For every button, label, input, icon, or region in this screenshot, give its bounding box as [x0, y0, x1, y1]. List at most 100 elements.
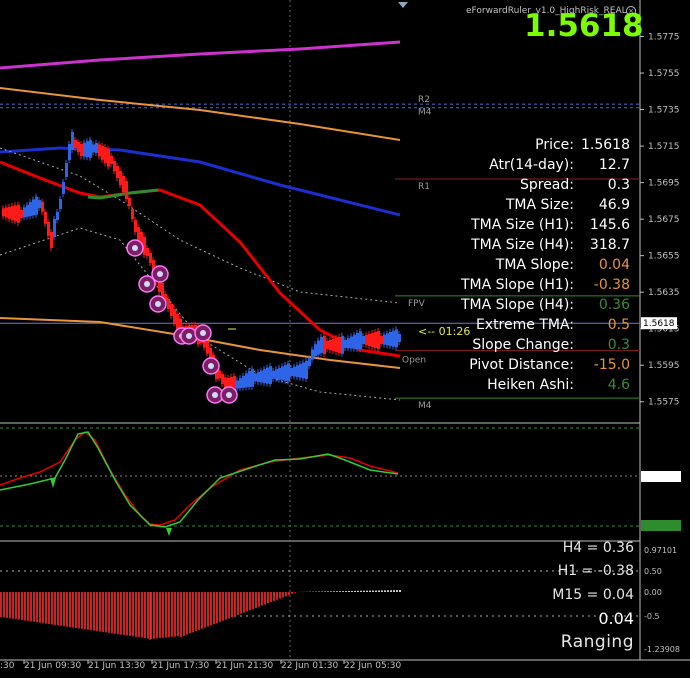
hist-bar: [270, 592, 272, 603]
info-row: Price: 1.5618: [400, 137, 630, 157]
signal-dot: [226, 392, 232, 398]
candle-body: [32, 199, 35, 216]
candle-body: [128, 198, 131, 206]
candle-body: [275, 369, 278, 380]
hist-bar: [36, 592, 38, 623]
time-tick-label: 21 Jun 09:30: [24, 661, 81, 671]
hist-bar: [279, 592, 281, 599]
time-tick-label: 21 Jun 13:30: [88, 661, 145, 671]
hist-bar: [138, 592, 140, 638]
candle-body: [53, 219, 56, 237]
osc-level-box: [641, 520, 681, 531]
candle-body: [44, 211, 47, 224]
upper-orange-band: [0, 87, 401, 141]
hist-bar: [42, 592, 44, 624]
info-label: TMA Slope (H4):: [460, 297, 574, 313]
candle-body: [251, 368, 254, 387]
info-row: TMA Size (H1): 145.6: [400, 217, 630, 237]
hist-bar: [102, 592, 104, 632]
hist-bar: [192, 592, 194, 633]
candle-body: [65, 163, 68, 177]
info-value: 0.04: [598, 257, 630, 273]
candle-body: [254, 373, 257, 382]
hist-tick-label: -0.5: [644, 612, 660, 621]
candle-body: [374, 332, 377, 348]
hist-bar: [9, 592, 11, 619]
info-value: 46.9: [598, 197, 630, 213]
info-label: TMA Slope:: [495, 257, 574, 273]
hist-bar: [93, 592, 95, 631]
pivot-label: M4: [418, 401, 432, 411]
hist-bar: [81, 592, 83, 629]
hist-bar: [48, 592, 50, 625]
hist-bar: [6, 592, 8, 618]
info-row: Spread: 0.3: [400, 177, 630, 197]
candle-body: [146, 248, 149, 256]
hist-bar: [66, 592, 68, 627]
hist-bar: [381, 590, 383, 592]
info-value: 1.5618: [581, 137, 630, 153]
candle-body: [11, 206, 14, 221]
info-row: TMA Size (H4): 318.7: [400, 237, 630, 257]
hist-bar: [189, 592, 191, 634]
info-row: Pivot Distance: -15.0: [400, 357, 630, 377]
info-value: 0.3: [607, 177, 630, 193]
hist-bar: [327, 591, 329, 592]
price-tick-label: 1.5655: [648, 252, 680, 262]
hist-bar: [186, 592, 188, 635]
hist-bar: [213, 592, 215, 625]
hist-bar: [282, 592, 284, 598]
candle-body: [350, 336, 353, 349]
hist-bar: [144, 592, 146, 639]
candle-body: [35, 196, 38, 215]
hist-bar: [174, 592, 176, 637]
hist-bar: [261, 592, 263, 606]
hist-bar: [369, 590, 371, 592]
hist-bar: [288, 592, 290, 596]
hist-bar: [285, 592, 287, 597]
candle-body: [98, 144, 101, 157]
candle-body: [296, 365, 299, 378]
osc-main-line: [0, 431, 399, 528]
candle-body: [293, 366, 296, 377]
hist-bar: [216, 592, 218, 624]
candle-body: [131, 209, 134, 219]
candle-body: [29, 202, 32, 217]
hist-bar: [396, 590, 398, 592]
lower-dotted-band: [0, 227, 401, 401]
candle-body: [287, 363, 290, 382]
candle-body: [329, 340, 332, 350]
hist-bar: [156, 592, 158, 639]
info-value: 0.5: [607, 317, 630, 333]
hist-bar: [399, 590, 401, 592]
hist-bar: [366, 590, 368, 592]
hist-bar: [249, 592, 251, 611]
candle-body: [317, 340, 320, 355]
candle-body: [221, 374, 224, 384]
candle-body: [74, 140, 77, 148]
candle-body: [368, 334, 371, 346]
hist-bar: [90, 592, 92, 631]
price-tick-label: 1.5715: [648, 142, 680, 152]
hist-bar: [333, 591, 335, 592]
candle-body: [119, 171, 122, 185]
info-label: Spread:: [519, 177, 574, 193]
info-value: 318.7: [589, 237, 630, 253]
signal-dot: [157, 271, 163, 277]
candle-body: [17, 204, 20, 223]
hist-bar: [30, 592, 32, 622]
candle-body: [176, 314, 179, 330]
price-tick-label: 1.5775: [648, 33, 680, 43]
candle-body: [38, 200, 41, 209]
info-label: Heiken Ashi:: [487, 377, 574, 393]
candle-body: [47, 221, 50, 236]
candle-body: [56, 212, 59, 220]
hist-bar: [264, 592, 266, 605]
hist-bar: [111, 592, 113, 634]
candle-body: [113, 161, 116, 171]
info-label: Slope Change:: [472, 337, 574, 353]
candle-body: [278, 367, 281, 380]
candle-body: [242, 375, 245, 388]
hist-bar: [78, 592, 80, 629]
hist-bar: [273, 592, 275, 601]
